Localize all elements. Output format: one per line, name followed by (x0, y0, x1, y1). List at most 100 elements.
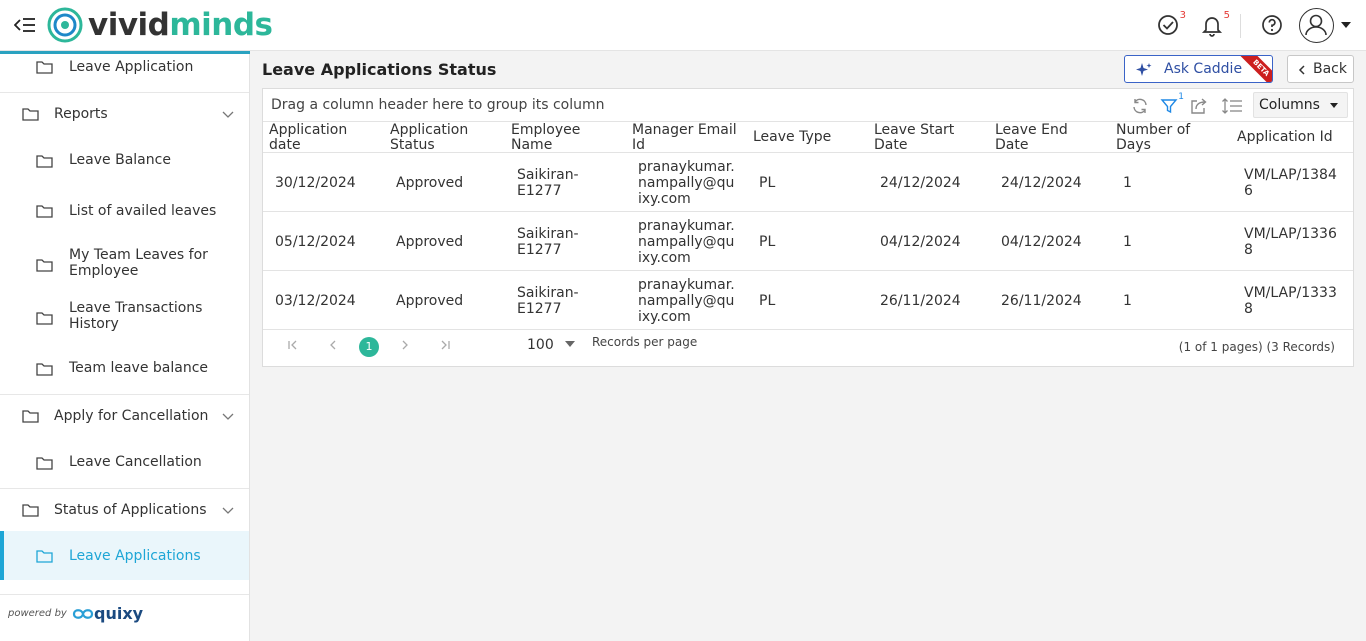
back-button[interactable]: Back (1287, 55, 1354, 83)
cell-leave-end-date: 24/12/2024 (1001, 174, 1082, 191)
filter-button[interactable]: 1 (1160, 92, 1184, 115)
sidebar-item-apply-for-cancellation[interactable]: Apply for Cancellation (0, 395, 249, 437)
sidebar-item-label: Team leave balance (69, 360, 209, 376)
records-per-page-label: Records per page (592, 335, 698, 349)
folder-icon (22, 410, 39, 423)
folder-icon (22, 504, 39, 517)
sidebar-item-label: Status of Applications (54, 502, 207, 518)
user-menu-caret-icon[interactable] (1341, 22, 1351, 28)
folder-icon (36, 61, 53, 74)
table-row[interactable]: 03/12/2024 Approved Saikiran-E1277 prana… (263, 271, 1353, 330)
table-row[interactable]: 05/12/2024 Approved Saikiran-E1277 prana… (263, 212, 1353, 271)
cell-number-of-days: 1 (1123, 292, 1132, 309)
cell-application-date: 03/12/2024 (275, 292, 356, 309)
chevron-down-icon (222, 507, 234, 514)
tasks-button[interactable]: 3 (1156, 10, 1186, 39)
sidebar-item-label: My Team Leaves for Employee (69, 247, 208, 279)
logo-text-minds: minds (169, 7, 273, 43)
cell-number-of-days: 1 (1123, 233, 1132, 250)
collapse-menu-icon[interactable] (14, 15, 36, 35)
first-page-icon[interactable] (287, 340, 299, 350)
next-page-icon[interactable] (401, 340, 409, 350)
sidebar-item-label: List of availed leaves (69, 203, 217, 219)
sidebar-item-label: Reports (54, 106, 108, 122)
chevron-down-icon (222, 111, 234, 118)
page-size-caret-icon[interactable] (565, 341, 575, 347)
row-height-icon[interactable] (1221, 97, 1243, 115)
header-divider (1240, 14, 1241, 38)
sidebar-item-label: Leave Application (69, 59, 194, 75)
cell-manager-email: pranaykumar.nampally@quixy.com (638, 276, 735, 325)
column-header-label: Manager Email Id (632, 121, 737, 153)
vividminds-logo[interactable]: vividminds (46, 6, 273, 44)
previous-page-icon[interactable] (329, 340, 337, 350)
export-icon[interactable] (1190, 97, 1208, 115)
group-panel-hint: Drag a column header here to group its c… (271, 97, 605, 113)
folder-icon (36, 205, 53, 218)
cell-employee-name: Saikiran-E1277 (517, 284, 579, 317)
cell-leave-end-date: 04/12/2024 (1001, 233, 1082, 250)
page-number-button[interactable]: 1 (359, 337, 379, 357)
sidebar-item-label: Apply for Cancellation (54, 408, 209, 424)
filter-icon (1160, 99, 1178, 114)
column-header-label: Leave End Date (995, 121, 1068, 153)
beta-ribbon: BETA (1239, 56, 1272, 82)
chevron-down-icon (222, 413, 234, 420)
last-page-icon[interactable] (439, 340, 451, 350)
cell-employee-name: Saikiran-E1277 (517, 225, 579, 258)
sidebar-item-my-team-leaves[interactable]: My Team Leaves for Employee (0, 243, 249, 287)
pager: 1 100 Records per page (1 of 1 pages) (3… (263, 329, 1353, 365)
column-header-label: Application date (269, 121, 348, 153)
sidebar-item-label: Leave Balance (69, 152, 171, 168)
sparkle-icon (1136, 63, 1152, 76)
folder-icon (36, 550, 53, 563)
sidebar-item-leave-cancellation[interactable]: Leave Cancellation (0, 443, 249, 485)
page-size-select[interactable]: 100 (527, 337, 554, 353)
sidebar-item-team-leave-balance[interactable]: Team leave balance (0, 351, 249, 393)
cell-application-id: VM/LAP/13338 (1244, 284, 1337, 317)
cell-application-status: Approved (396, 292, 464, 309)
logo-swirl-icon (47, 7, 83, 43)
ask-caddie-button[interactable]: Ask Caddie BETA (1124, 55, 1273, 83)
column-header-label: Employee Name (511, 121, 581, 153)
notifications-badge: 5 (1223, 10, 1230, 21)
user-avatar[interactable] (1299, 8, 1334, 43)
cell-application-id: VM/LAP/13846 (1244, 166, 1337, 199)
sidebar-item-leave-application[interactable]: Leave Application (0, 51, 249, 92)
folder-icon (36, 363, 53, 376)
user-icon (1305, 14, 1327, 36)
ask-caddie-label: Ask Caddie (1164, 61, 1243, 77)
sidebar-item-reports[interactable]: Reports (0, 93, 249, 133)
sidebar-item-list-of-availed-leaves[interactable]: List of availed leaves (0, 189, 249, 233)
bell-icon (1201, 17, 1223, 37)
tasks-badge: 3 (1179, 10, 1186, 21)
cell-application-id: VM/LAP/13368 (1244, 225, 1337, 258)
cell-application-date: 30/12/2024 (275, 174, 356, 191)
sidebar-item-status-of-applications[interactable]: Status of Applications (0, 489, 249, 531)
powered-by-label: powered by (8, 608, 67, 619)
notifications-button[interactable]: 5 (1200, 10, 1230, 39)
active-indicator (0, 531, 4, 580)
cell-manager-email: pranaykumar.nampally@quixy.com (638, 158, 735, 207)
sidebar-item-leave-transactions-history[interactable]: Leave Transactions History (0, 297, 249, 341)
refresh-icon[interactable] (1131, 97, 1149, 115)
sidebar-item-leave-balance[interactable]: Leave Balance (0, 139, 249, 181)
column-header-label: Application Status (390, 121, 469, 153)
pager-info: (1 of 1 pages) (3 Records) (1178, 340, 1335, 354)
quixy-logo-text: quixy (94, 604, 144, 623)
columns-dropdown[interactable]: Columns (1253, 92, 1348, 118)
leave-applications-grid: Drag a column header here to group its c… (262, 88, 1354, 367)
table-header: Application date Application Status Empl… (263, 122, 1353, 153)
page-title: Leave Applications Status (262, 60, 497, 79)
folder-icon (36, 259, 53, 272)
top-header: vividminds 3 5 (0, 0, 1366, 51)
help-button[interactable] (1260, 13, 1286, 39)
check-circle-icon (1158, 15, 1178, 35)
group-panel[interactable]: Drag a column header here to group its c… (263, 89, 1353, 122)
chevron-left-icon (1298, 65, 1305, 75)
cell-application-status: Approved (396, 233, 464, 250)
cell-leave-type: PL (759, 174, 776, 191)
sidebar-item-leave-applications[interactable]: Leave Applications (0, 531, 249, 580)
folder-icon (36, 312, 53, 325)
table-row[interactable]: 30/12/2024 Approved Saikiran-E1277 prana… (263, 153, 1353, 212)
